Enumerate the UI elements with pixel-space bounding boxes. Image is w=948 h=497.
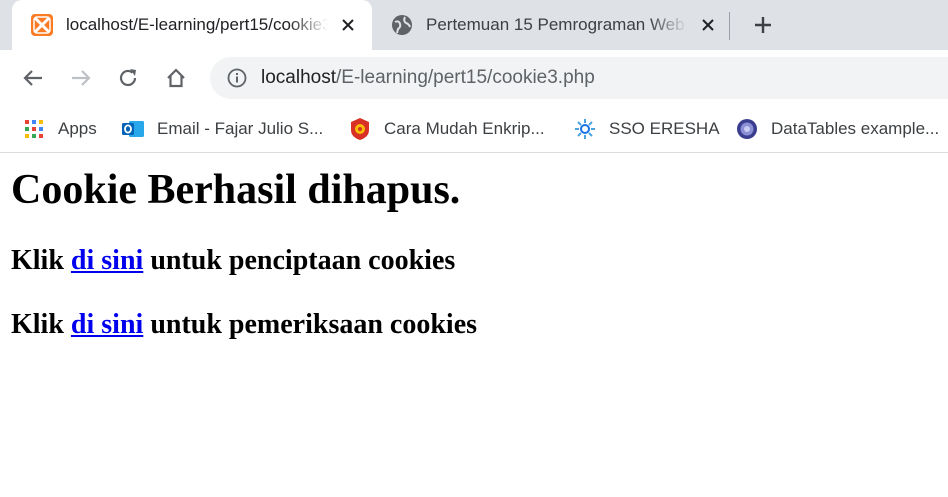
close-icon[interactable] bbox=[338, 15, 358, 35]
reload-button[interactable] bbox=[114, 64, 142, 92]
bookmark-label: DataTables example... bbox=[771, 119, 940, 138]
line-prefix: Klik bbox=[11, 245, 71, 276]
line-suffix: untuk penciptaan cookies bbox=[143, 245, 456, 276]
check-cookie-line: Klik di sini untuk pemeriksaan cookies bbox=[11, 309, 477, 341]
tab-active[interactable]: localhost/E-learning/pert15/cookie3.php bbox=[12, 0, 372, 50]
tab-strip: localhost/E-learning/pert15/cookie3.php … bbox=[0, 0, 948, 50]
info-icon[interactable] bbox=[226, 67, 248, 89]
datatables-icon bbox=[735, 117, 759, 141]
reload-icon bbox=[119, 69, 137, 87]
url-path: /E-learning/pert15/cookie3.php bbox=[336, 67, 595, 88]
tab-divider bbox=[729, 12, 730, 40]
xampp-icon bbox=[30, 13, 54, 37]
site-badge-icon bbox=[348, 117, 372, 141]
bookmark-apps[interactable]: Apps bbox=[22, 115, 97, 143]
bookmark-label: SSO ERESHA bbox=[609, 119, 720, 138]
bookmarks-bar: Apps Email - Fajar Julio S... Cara Mudah… bbox=[0, 106, 948, 153]
check-cookie-link[interactable]: di sini bbox=[71, 309, 143, 340]
back-button[interactable] bbox=[19, 64, 47, 92]
bookmark-datatables[interactable]: DataTables example... bbox=[735, 115, 939, 143]
home-icon bbox=[167, 68, 185, 88]
tab-title: localhost/E-learning/pert15/cookie3.php bbox=[66, 15, 328, 34]
bookmark-cara-mudah[interactable]: Cara Mudah Enkrip... bbox=[348, 115, 545, 143]
outlook-icon bbox=[121, 117, 145, 141]
bookmark-label: Apps bbox=[58, 119, 97, 138]
url-host: localhost bbox=[261, 67, 336, 88]
bookmark-label: Email - Fajar Julio S... bbox=[157, 119, 324, 138]
create-cookie-link[interactable]: di sini bbox=[71, 245, 143, 276]
forward-button[interactable] bbox=[67, 64, 95, 92]
apps-grid-icon bbox=[22, 117, 46, 141]
home-button[interactable] bbox=[162, 64, 190, 92]
url-text[interactable]: localhost/E-learning/pert15/cookie3.php bbox=[261, 67, 595, 89]
new-tab-button[interactable] bbox=[749, 11, 777, 39]
arrow-right-icon bbox=[72, 70, 91, 86]
browser-toolbar: localhost/E-learning/pert15/cookie3.php bbox=[0, 50, 948, 106]
bookmark-label: Cara Mudah Enkrip... bbox=[384, 119, 545, 138]
bookmark-sso-eresha[interactable]: SSO ERESHA bbox=[573, 115, 720, 143]
create-cookie-line: Klik di sini untuk penciptaan cookies bbox=[11, 245, 455, 277]
sso-icon bbox=[573, 117, 597, 141]
line-suffix: untuk pemeriksaan cookies bbox=[143, 309, 478, 340]
tab-title: Pertemuan 15 Pemrograman Web bbox=[426, 15, 685, 34]
arrow-left-icon bbox=[23, 70, 42, 86]
line-prefix: Klik bbox=[11, 309, 71, 340]
address-bar[interactable]: localhost/E-learning/pert15/cookie3.php bbox=[210, 57, 948, 99]
tab-inactive[interactable]: Pertemuan 15 Pemrograman Web bbox=[374, 0, 724, 50]
plus-icon bbox=[755, 17, 771, 33]
bookmark-email[interactable]: Email - Fajar Julio S... bbox=[121, 115, 323, 143]
page-heading: Cookie Berhasil dihapus. bbox=[11, 167, 461, 213]
close-icon[interactable] bbox=[698, 15, 718, 35]
globe-icon bbox=[390, 13, 414, 37]
